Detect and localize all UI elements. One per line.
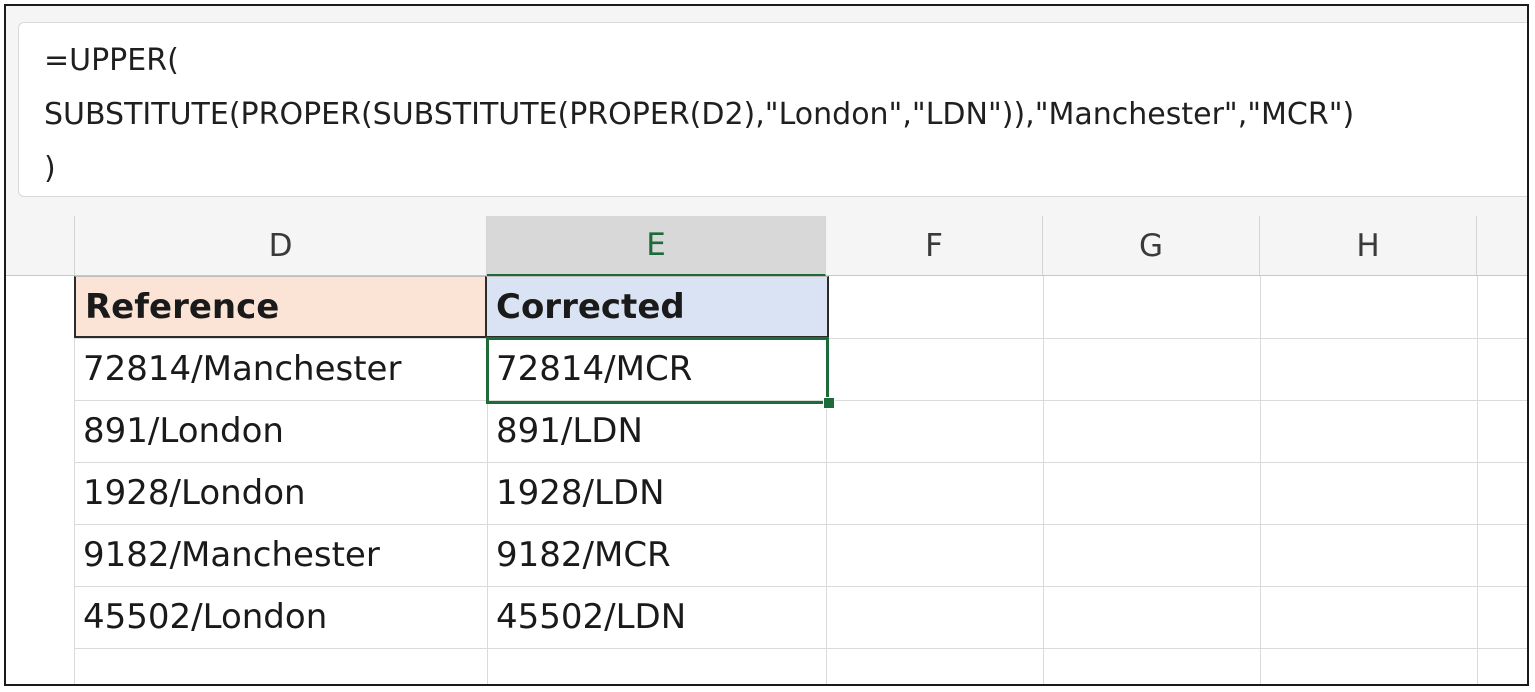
column-header-g[interactable]: G (1043, 216, 1260, 275)
cell-d7[interactable]: 45502/London (74, 586, 487, 648)
spreadsheet-window: =UPPER( SUBSTITUTE(PROPER(SUBSTITUTE(PRO… (4, 4, 1529, 686)
header-cell-reference[interactable]: Reference (74, 276, 487, 338)
column-header-d[interactable]: D (75, 216, 487, 275)
cell-e7[interactable]: 45502/LDN (487, 586, 826, 648)
cell-e4[interactable]: 891/LDN (487, 400, 826, 462)
formula-bar-area: =UPPER( SUBSTITUTE(PROPER(SUBSTITUTE(PRO… (6, 6, 1527, 216)
select-all-corner[interactable] (6, 216, 75, 275)
formula-line-1: =UPPER( (44, 43, 179, 78)
cell-e6[interactable]: 9182/MCR (487, 524, 826, 586)
cell-d3[interactable]: 72814/Manchester (74, 338, 487, 400)
column-header-h[interactable]: H (1260, 216, 1477, 275)
fill-handle[interactable] (823, 397, 835, 409)
formula-line-2: SUBSTITUTE(PROPER(SUBSTITUTE(PROPER(D2),… (44, 97, 1355, 132)
formula-input[interactable]: =UPPER( SUBSTITUTE(PROPER(SUBSTITUTE(PRO… (18, 22, 1527, 197)
cell-d5[interactable]: 1928/London (74, 462, 487, 524)
formula-line-3: ) (44, 151, 56, 186)
column-header-e[interactable]: E (487, 216, 826, 276)
cell-d6[interactable]: 9182/Manchester (74, 524, 487, 586)
gridline (74, 648, 1527, 649)
column-header-row: D E F G H (6, 216, 1527, 276)
column-header-next[interactable] (1477, 216, 1527, 275)
cell-e3[interactable]: 72814/MCR (487, 338, 826, 400)
cell-e5[interactable]: 1928/LDN (487, 462, 826, 524)
header-cell-corrected[interactable]: Corrected (485, 276, 829, 338)
cell-d4[interactable]: 891/London (74, 400, 487, 462)
column-header-f[interactable]: F (826, 216, 1043, 275)
cell-grid[interactable]: Reference Corrected 72814/Manchester 728… (6, 276, 1527, 684)
